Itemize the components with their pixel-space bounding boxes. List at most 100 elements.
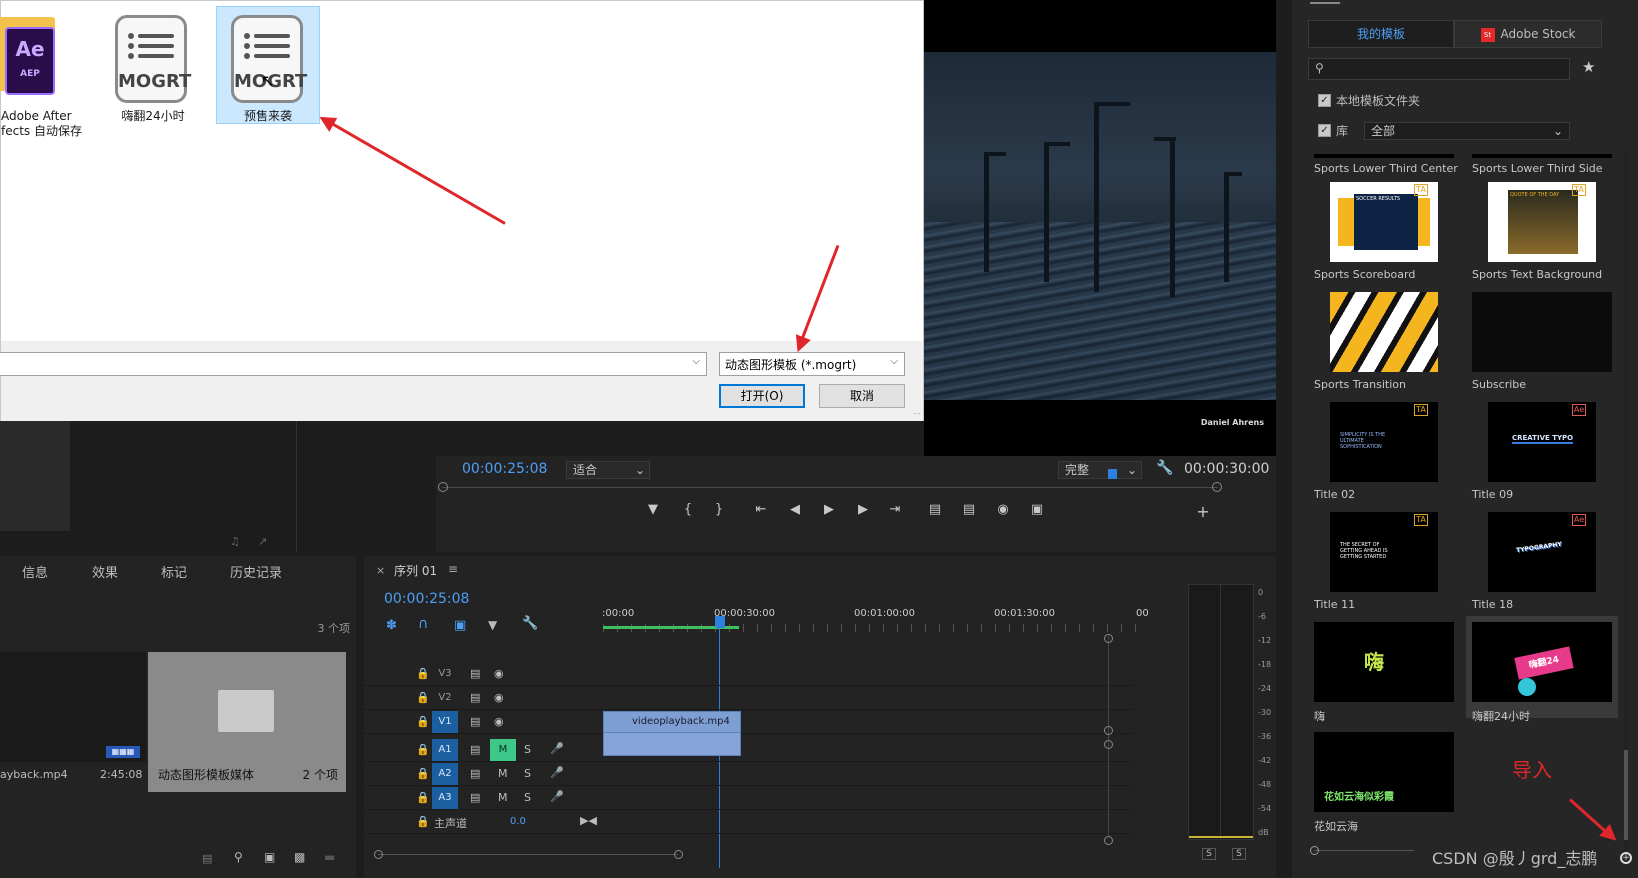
scroll-handle[interactable] (674, 850, 683, 859)
eye-icon[interactable]: ◉ (494, 715, 504, 728)
new-bin-icon[interactable]: ▣ (264, 850, 275, 864)
microphone-icon[interactable]: 🎤 (550, 790, 564, 803)
extract-icon[interactable]: ▤ (960, 502, 978, 517)
lock-icon[interactable]: 🔒 (416, 667, 430, 680)
file-item-mogrt[interactable]: MOGRT 嗨翻24小时 (101, 7, 205, 125)
tab-markers[interactable]: 标记 (161, 562, 187, 581)
lock-icon[interactable]: 🔒 (416, 743, 430, 756)
close-icon[interactable]: × (376, 564, 385, 577)
resize-grip-icon[interactable]: ⋯ (913, 409, 921, 418)
mark-in-icon[interactable]: { (679, 502, 697, 517)
install-template-icon[interactable]: + (1620, 852, 1632, 864)
library-checkbox[interactable]: ✓ (1318, 124, 1331, 137)
template-name[interactable]: Sports Lower Third Center (1314, 162, 1458, 175)
sync-lock-icon[interactable]: ▤ (470, 767, 480, 780)
solo-right-button[interactable]: S (1232, 848, 1246, 860)
add-marker-icon[interactable]: ▼ (644, 502, 662, 517)
thumbnail-size-slider[interactable] (1314, 850, 1414, 851)
tab-sequence[interactable]: 序列 01 (394, 562, 437, 579)
search-icon[interactable]: ⚲ (234, 850, 243, 864)
track-label[interactable]: V3 (432, 663, 458, 685)
filename-field[interactable]: ⌵ (0, 352, 707, 376)
menu-icon[interactable]: ≡ (448, 562, 458, 576)
timeline-timecode[interactable]: 00:00:25:08 (384, 591, 469, 607)
time-ruler[interactable] (442, 487, 1218, 488)
step-forward-icon[interactable]: ▶ (854, 502, 872, 517)
scroll-handle[interactable] (374, 850, 383, 859)
sync-lock-icon[interactable]: ▤ (470, 667, 480, 680)
zoom-handle-left[interactable] (438, 482, 448, 492)
horizontal-scrollbar[interactable] (378, 854, 678, 855)
new-item-icon[interactable]: ▩ (294, 850, 305, 864)
wrench-icon[interactable]: 🔧 (1156, 460, 1173, 476)
local-folder-checkbox[interactable]: ✓ (1318, 94, 1331, 107)
tab-effects[interactable]: 效果 (92, 562, 118, 581)
track-label[interactable]: A1 (432, 739, 458, 761)
library-select[interactable]: 全部 ⌄ (1364, 122, 1570, 140)
filetype-select[interactable]: 动态图形模板 (*.mogrt) ⌵ (719, 352, 905, 376)
fit-select[interactable]: 适合 ⌄ (566, 461, 650, 479)
lift-icon[interactable]: ▤ (926, 502, 944, 517)
audio-icon[interactable]: ♫ (230, 535, 240, 548)
clip-thumbnail[interactable]: ▦▦▦ (0, 652, 146, 762)
scroll-handle[interactable] (1104, 740, 1113, 749)
scroll-handle[interactable] (1104, 836, 1113, 845)
master-volume[interactable]: 0.0 (510, 816, 526, 827)
slider-handle[interactable] (1310, 846, 1319, 855)
compare-icon[interactable]: ▣ (1028, 502, 1046, 517)
mute-button[interactable]: M (498, 767, 508, 780)
eye-icon[interactable]: ◉ (494, 667, 504, 680)
track-label[interactable]: A3 (432, 787, 458, 809)
add-button-icon[interactable]: + (1194, 502, 1212, 521)
camera-icon[interactable]: ◉ (994, 502, 1012, 517)
sync-lock-icon[interactable]: ▤ (470, 691, 480, 704)
snap-icon[interactable]: ✽ (386, 618, 397, 633)
lock-icon[interactable]: 🔒 (416, 791, 430, 804)
mute-button[interactable]: M (490, 739, 516, 761)
play-icon[interactable]: ▶ (820, 502, 838, 517)
eye-icon[interactable]: ◉ (494, 691, 504, 704)
chevron-down-icon[interactable]: ⌵ (692, 356, 700, 367)
bin-item[interactable]: 动态图形模板媒体 2 个项 (148, 652, 346, 792)
star-icon[interactable]: ★ (1582, 58, 1595, 76)
quality-select[interactable]: 完整 ⌄ (1058, 461, 1142, 479)
solo-left-button[interactable]: S (1202, 848, 1216, 860)
microphone-icon[interactable]: 🎤 (550, 742, 564, 755)
solo-button[interactable]: S (524, 743, 531, 756)
mute-button[interactable]: M (498, 791, 508, 804)
microphone-icon[interactable]: 🎤 (550, 766, 564, 779)
file-item-ae-autosave[interactable]: Ae AEP Adobe After fects 自动保存 (0, 7, 91, 138)
tab-my-templates[interactable]: 我的模板 (1308, 20, 1454, 48)
lock-icon[interactable]: 🔒 (416, 815, 430, 828)
sync-lock-icon[interactable]: ▤ (470, 715, 480, 728)
lock-icon[interactable]: 🔒 (416, 691, 430, 704)
solo-button[interactable]: S (524, 767, 531, 780)
open-button[interactable]: 打开(O) (719, 384, 805, 408)
delete-icon[interactable]: ▬ (324, 850, 335, 864)
track-label[interactable]: A2 (432, 763, 458, 785)
settings-wrench-icon[interactable]: 🔧 (522, 616, 538, 631)
panel-grip[interactable] (1310, 2, 1340, 4)
template-scrollbar[interactable] (1624, 150, 1628, 850)
cancel-button[interactable]: 取消 (819, 384, 905, 408)
tab-info[interactable]: 信息 (22, 562, 48, 581)
scroll-handle[interactable] (1104, 726, 1113, 735)
lock-icon[interactable]: 🔒 (416, 715, 430, 728)
audio-clip[interactable] (603, 732, 741, 756)
magnet-icon[interactable]: ∩ (418, 616, 428, 632)
template-name[interactable]: Sports Lower Third Side (1472, 162, 1603, 175)
playhead-marker[interactable] (715, 616, 725, 628)
playhead-timecode[interactable]: 00:00:25:08 (462, 461, 547, 477)
go-to-out-icon[interactable]: ⇥ (886, 502, 904, 517)
tab-adobe-stock[interactable]: St Adobe Stock (1454, 20, 1602, 48)
template-search-input[interactable]: ⚲ (1308, 58, 1570, 80)
go-to-end-icon[interactable]: ▶◀ (580, 814, 597, 827)
video-clip[interactable]: videoplayback.mp4 [V] (603, 711, 741, 747)
export-icon[interactable]: ↗ (258, 535, 267, 548)
solo-button[interactable]: S (524, 791, 531, 804)
track-label[interactable]: V1 (432, 711, 458, 733)
file-item-mogrt-selected[interactable]: MOGRT ↖ 预售来袭 (216, 6, 320, 124)
zoom-handle-right[interactable] (1212, 482, 1222, 492)
sync-lock-icon[interactable]: ▤ (470, 743, 480, 756)
tab-history[interactable]: 历史记录 (230, 562, 282, 581)
